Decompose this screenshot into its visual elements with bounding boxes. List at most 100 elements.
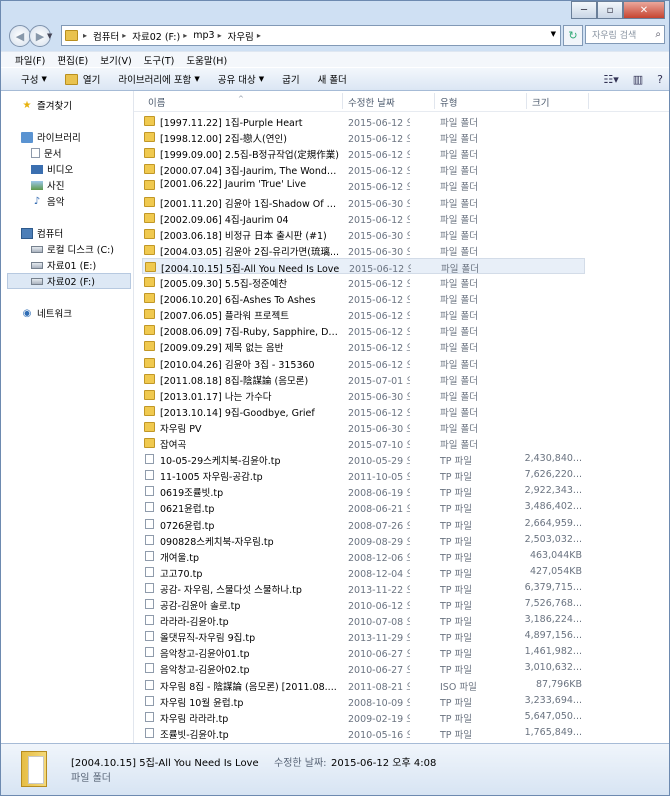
breadcrumb-mp3[interactable]: mp3 ▸ [190,30,224,41]
file-name: 공감-김윤아 솔로.tp [160,601,241,612]
menu-tools[interactable]: 도구(T) [144,53,175,67]
minimize-icon: ─ [580,4,588,16]
nav-computer[interactable]: 컴퓨터 [21,225,63,241]
folder-row[interactable]: 잡여곡 2015-07-10 오후... 파일 폴더 [142,435,585,451]
nav-videos[interactable]: 비디오 [31,161,73,177]
nav-data01[interactable]: 자료01 (E:) [31,257,96,273]
window-controls: ─ ▫ ✕ [571,1,665,19]
column-divider[interactable] [342,93,343,109]
folder-row[interactable]: [2001.06.22] Jaurim 'True' Live 2015-06-1… [142,177,585,193]
folder-row[interactable]: [2011.08.18] 8집-陰謀論 (음모론) 2015-07-01 오전..… [142,371,585,387]
file-row[interactable]: 음악창고-김윤아02.tp 2010-06-27 오후... TP 파일 3,010,… [142,660,585,676]
preview-pane-icon[interactable]: ▥ [633,73,643,86]
col-size[interactable]: 크기 [532,95,549,109]
file-row[interactable]: 고고70.tp 2008-12-04 오후... TP 파일 427,054KB [142,564,585,580]
maximize-button[interactable]: ▫ [597,1,623,19]
nav-music[interactable]: ♪ 음악 [31,193,65,209]
nav-data02[interactable]: 자료02 (F:) [7,273,131,289]
new-folder-button[interactable]: 새 폴더 [318,72,347,86]
folder-row[interactable]: [2001.11.20] 김윤아 1집-Shadow Of Yo... 2015-… [142,194,585,210]
file-row[interactable]: 공감-김윤아 솔로.tp 2010-06-12 오전... TP 파일 7,526,7… [142,596,585,612]
search-icon: ⌕ [655,29,661,40]
file-type: TP 파일 [440,536,473,548]
folder-row[interactable]: [1997.11.22] 1집-Purple Heart 2015-06-12 오… [142,113,585,129]
nav-pictures[interactable]: 사진 [31,177,64,193]
file-row[interactable]: 라라라-김윤아.tp 2010-07-08 오전... TP 파일 3,186,224… [142,612,585,628]
column-divider[interactable] [434,93,435,109]
file-size: 7,526,768... [524,598,582,609]
file-row[interactable]: 자우림 10월 윤럽.tp 2008-10-09 오후... TP 파일 3,233,… [142,693,585,709]
nav-libraries[interactable]: 라이브러리 [21,129,81,145]
refresh-icon: ↻ [568,29,578,42]
nav-documents[interactable]: 문서 [31,145,61,161]
folder-row[interactable]: [1998.12.00] 2집-戀人(연인) 2015-06-12 오후... 파일… [142,129,585,145]
back-button[interactable]: ◀ [9,25,31,47]
include-library-button[interactable]: 라이브러리에 포함 ▼ [118,72,199,86]
menu-file[interactable]: 파일(F) [15,53,45,67]
open-button[interactable]: 열기 [64,72,100,86]
nav-network[interactable]: ◉ 네트워크 [21,305,72,321]
menu-edit[interactable]: 편집(E) [57,53,88,67]
folder-row[interactable]: [2004.03.05] 김윤아 2집-유리가면(琉璃... 2015-06-30… [142,242,585,258]
file-row[interactable]: 0726윤럽.tp 2008-07-26 오전... TP 파일 2,664,959.… [142,516,585,532]
col-date[interactable]: 수정한 날짜 [348,95,395,109]
folder-row[interactable]: [2000.07.04] 3집-Jaurim, The Wonder L... 2… [142,161,585,177]
folder-row[interactable]: [2008.06.09] 7집-Ruby, Sapphire, Diam... 2… [142,322,585,338]
file-type: 파일 폴더 [440,295,478,307]
file-row[interactable]: 0621윤럽.tp 2008-06-21 오전... TP 파일 3,486,402.… [142,499,585,515]
history-dropdown-icon[interactable]: ▼ [47,32,52,40]
file-row[interactable]: 090828스케치북-자우림.tp 2009-08-29 오전... TP 파일 2,… [142,532,585,548]
file-row[interactable]: 음악창고-김윤아01.tp 2010-06-27 오후... TP 파일 1,461,… [142,644,585,660]
folder-row[interactable]: [2013.01.17] 나는 가수다 2015-06-30 오후... 파일 폴더 [142,387,585,403]
folder-row[interactable]: [2003.06.18] 비정규 日本 출시판 (#1) 2015-06-30 오… [142,226,585,242]
column-divider[interactable] [526,93,527,109]
minimize-button[interactable]: ─ [571,1,597,19]
file-row[interactable]: 개여울.tp 2008-12-06 오후... TP 파일 463,044KB [142,548,585,564]
file-row[interactable]: 자우림 8집 - 陰謀論 (음모론) [2011.08.... 2011-08-2… [142,677,585,693]
folder-row[interactable]: [2013.10.14] 9집-Goodbye, Grief 2015-06-12… [142,403,585,419]
organize-button[interactable]: 구성 ▼ [21,72,47,86]
address-folder-icon: ▸ [62,30,90,41]
folder-row[interactable]: [2010.04.26] 김윤아 3집 - 315360 2015-06-12 오… [142,355,585,371]
burn-button[interactable]: 굽기 [282,72,299,86]
folder-row[interactable]: [2005.09.30] 5.5집-정준예찬 2015-06-12 오후... 파일… [142,274,585,290]
file-row[interactable]: 공감- 자우림, 스물다섯 스물하나.tp 2013-11-22 오전... TP … [142,580,585,596]
refresh-button[interactable]: ↻ [563,25,583,46]
folder-row[interactable]: [2002.09.06] 4집-Jaurim 04 2015-06-12 오후..… [142,210,585,226]
file-row[interactable]: 자우림 라라라.tp 2009-02-19 오전... TP 파일 5,647,050… [142,709,585,725]
view-controls: ☷▾ ▥ ? [603,73,663,86]
menu-help[interactable]: 도움말(H) [186,53,227,67]
file-row[interactable]: 11-1005 자우림-공감.tp 2011-10-05 오전... TP 파일 7,… [142,467,585,483]
share-button[interactable]: 공유 대상 ▼ [218,72,264,86]
view-options-icon[interactable]: ☷▾ [603,73,618,86]
file-row[interactable]: 올댓뮤직-자우림 9집.tp 2013-11-29 오전... TP 파일 4,897… [142,628,585,644]
command-bar: 구성 ▼ 열기 라이브러리에 포함 ▼ 공유 대상 ▼ 굽기 새 폴더 ☷▾ ▥ ? [1,67,669,91]
col-name[interactable]: 이름 [148,95,165,109]
address-dropdown-icon[interactable]: ▼ [551,30,556,38]
file-name: [2011.08.18] 8집-陰謀論 (음모론) [160,375,309,387]
help-icon[interactable]: ? [657,73,663,86]
folder-row[interactable]: [2006.10.20] 6집-Ashes To Ashes 2015-06-12… [142,290,585,306]
file-name: [2003.06.18] 비정규 日本 출시판 (#1) [160,230,327,242]
menu-view[interactable]: 보기(V) [100,53,131,67]
address-bar[interactable]: ▸ 컴퓨터 ▸ 자료02 (F:) ▸ mp3 ▸ 자우림 ▸ ▼ [61,25,561,46]
sort-arrow-icon: ^ [238,95,244,103]
breadcrumb-current[interactable]: 자우림 ▸ [225,29,264,43]
nav-favorites[interactable]: ★ 즐겨찾기 [21,97,72,113]
breadcrumb-drive[interactable]: 자료02 (F:) ▸ [129,29,190,43]
breadcrumb-computer[interactable]: 컴퓨터 ▸ [90,29,129,43]
file-row[interactable]: 조률빗-김윤아.tp 2010-05-16 오전... TP 파일 1,765,849… [142,725,585,741]
folder-row[interactable]: [1999.09.00] 2.5집-B정규작업(定規作業) 2015-06-12 … [142,145,585,161]
folder-row[interactable]: [2009.09.29] 제목 없는 음반 2015-06-12 오후... 파일 … [142,338,585,354]
folder-row[interactable]: 자우림 PV 2015-06-30 오후... 파일 폴더 [142,419,585,435]
column-divider[interactable] [588,93,589,109]
folder-row[interactable]: [2004.10.15] 5집-All You Need Is Love 2015… [142,257,585,275]
nav-local-disk[interactable]: 로컬 디스크 (C:) [31,241,114,257]
search-input[interactable]: 자우림 검색 ⌕ [585,25,665,44]
col-type[interactable]: 유형 [440,95,457,109]
close-button[interactable]: ✕ [623,1,665,19]
file-type: 파일 폴더 [441,263,479,275]
file-row[interactable]: 10-05-29스케치북-김윤아.tp 2010-05-29 오전... TP 파일… [142,451,585,467]
folder-row[interactable]: [2007.06.05] 플라워 프로젝트 2015-06-12 오후... 파일 … [142,306,585,322]
file-row[interactable]: 0619조률빗.tp 2008-06-19 오전... TP 파일 2,922,343… [142,483,585,499]
